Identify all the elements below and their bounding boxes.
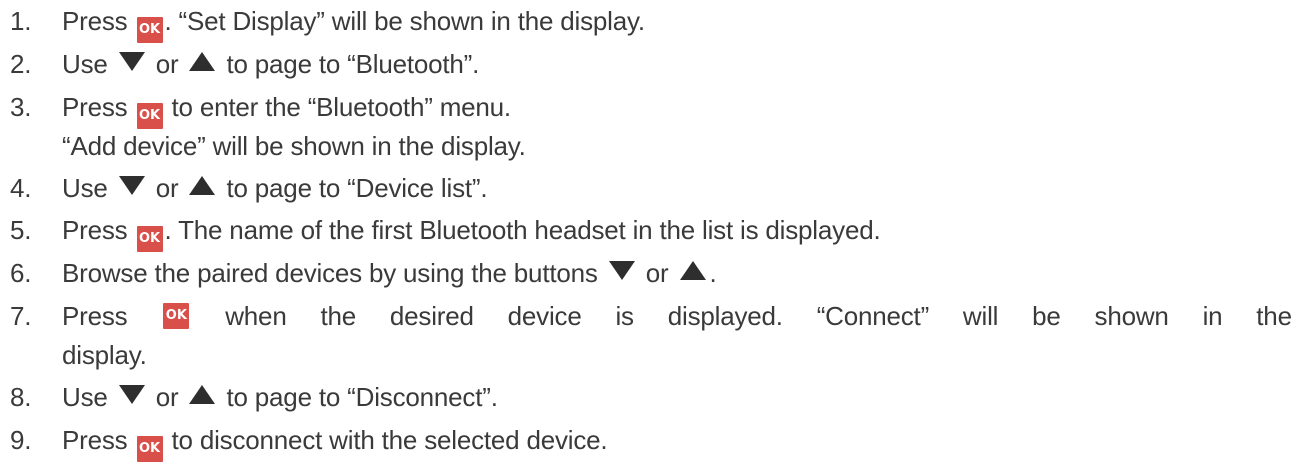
- step-word: the: [320, 301, 356, 331]
- step-text-part: to disconnect with the selected device.: [171, 425, 608, 455]
- step-text: Use or to page to “Bluetooth”.: [62, 47, 479, 81]
- step-text: Browse the paired devices by using the b…: [62, 256, 717, 290]
- step-text-continuation: display.: [62, 340, 147, 370]
- step-text-part: . “Set Display” will be shown in the dis…: [164, 6, 646, 36]
- step-word: be: [1032, 301, 1061, 331]
- step-number: 9.: [10, 425, 32, 455]
- step-text-part: Press: [62, 92, 128, 122]
- step-number: 8.: [10, 382, 32, 412]
- down-arrow-icon: [118, 176, 145, 195]
- step-text-part: Use: [62, 173, 108, 203]
- step-text-part: Press: [62, 6, 128, 36]
- step-text-part: or: [645, 258, 669, 288]
- ok-button-icon: OK: [136, 17, 163, 43]
- step-text: Use or to page to “Disconnect”.: [62, 380, 498, 414]
- step-text-part: to page to “Bluetooth”.: [226, 49, 480, 79]
- step-word: the: [1256, 301, 1292, 331]
- step-word: is: [615, 301, 634, 331]
- down-arrow-icon: [118, 385, 145, 404]
- step-text-part: or: [155, 173, 179, 203]
- up-arrow-icon: [679, 261, 706, 280]
- step-text-part: or: [155, 382, 179, 412]
- step-word: will: [962, 301, 999, 331]
- step-text: Press OK. “Set Display” will be shown in…: [62, 4, 645, 43]
- step-text: Press OK. The name of the first Bluetoot…: [62, 213, 881, 252]
- ok-button-icon: OK: [136, 226, 163, 252]
- step-text-part: to page to “Device list”.: [226, 173, 488, 203]
- step-text: Use or to page to “Device list”.: [62, 171, 488, 205]
- step-text-part: Press: [62, 215, 128, 245]
- step-text-part: Browse the paired devices by using the b…: [62, 258, 598, 288]
- step-word: device: [507, 301, 582, 331]
- ok-button-icon: OK: [136, 436, 163, 462]
- step-text-part: to page to “Disconnect”.: [226, 382, 498, 412]
- step-word: displayed.: [667, 301, 783, 331]
- down-arrow-icon: [608, 261, 635, 280]
- up-arrow-icon: [189, 385, 216, 404]
- step-number: 2.: [10, 49, 32, 79]
- step-text-part: Press: [62, 425, 128, 455]
- step-text-part: . The name of the first Bluetooth headse…: [164, 215, 881, 245]
- step-text: Press OK when the desired device is disp…: [62, 299, 1292, 333]
- step-word: desired: [389, 301, 474, 331]
- ok-button-icon: OK: [136, 103, 163, 129]
- step-number: 6.: [10, 258, 32, 288]
- step-word: in: [1202, 301, 1223, 331]
- step-number: 1.: [10, 6, 32, 36]
- step-number: 7.: [10, 301, 32, 331]
- step-text: Press OK to enter the “Bluetooth” menu.: [62, 90, 511, 129]
- step-text-continuation: “Add device” will be shown in the displa…: [62, 131, 526, 161]
- step-text-part: to enter the “Bluetooth” menu.: [171, 92, 512, 122]
- step-number: 3.: [10, 92, 32, 122]
- step-word: Press: [62, 301, 128, 331]
- step-text-part: Use: [62, 49, 108, 79]
- ok-button-icon: OK: [163, 303, 190, 329]
- step-text-part: .: [709, 258, 717, 288]
- step-word: shown: [1094, 301, 1169, 331]
- step-number: 5.: [10, 215, 32, 245]
- step-word: when: [225, 301, 287, 331]
- down-arrow-icon: [118, 52, 145, 71]
- step-text: Press OK to disconnect with the selected…: [62, 423, 608, 462]
- instruction-steps: 1. Press OK. “Set Display” will be shown…: [0, 0, 1308, 471]
- step-text-part: or: [155, 49, 179, 79]
- step-text-part: Use: [62, 382, 108, 412]
- up-arrow-icon: [189, 176, 216, 195]
- up-arrow-icon: [189, 52, 216, 71]
- step-word: “Connect”: [816, 301, 930, 331]
- step-number: 4.: [10, 173, 32, 203]
